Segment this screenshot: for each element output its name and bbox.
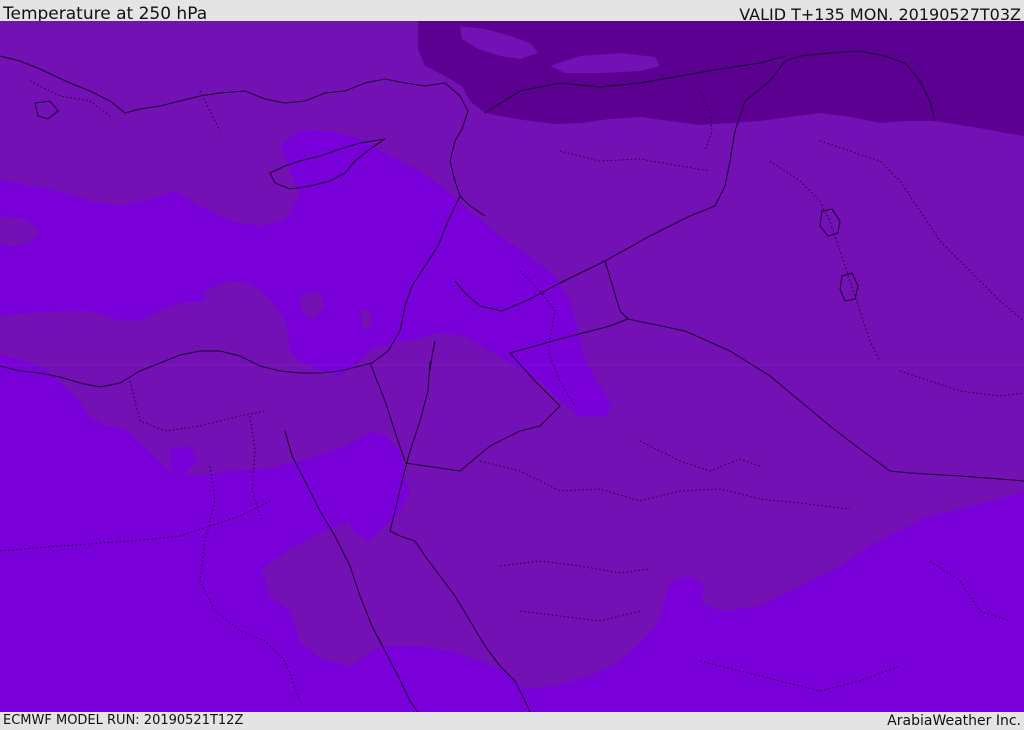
- header-bar: Temperature at 250 hPa VALID T+135 MON. …: [0, 0, 1024, 24]
- map-canvas: [0, 21, 1024, 712]
- weather-map[interactable]: [0, 21, 1024, 712]
- credit-label: ArabiaWeather Inc.: [887, 713, 1021, 729]
- footer-bar: ECMWF MODEL RUN: 20190521T12Z ArabiaWeat…: [0, 712, 1024, 729]
- model-run-label: ECMWF MODEL RUN: 20190521T12Z: [3, 713, 244, 728]
